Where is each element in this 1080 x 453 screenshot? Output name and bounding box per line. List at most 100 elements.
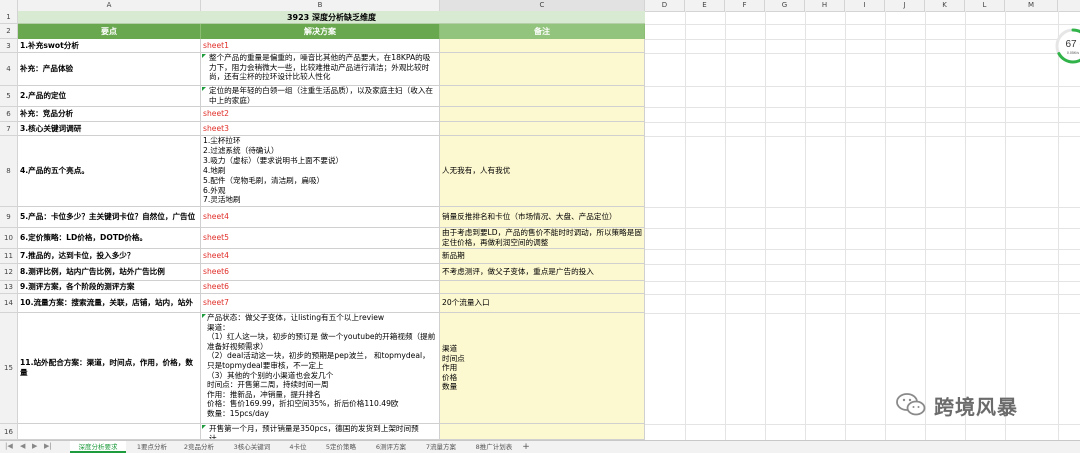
column-header-k[interactable]: K	[925, 0, 965, 11]
cell-b[interactable]: 开售第一个月，预计销量是350pcs，德国的发货到上架时间预计……	[201, 424, 440, 440]
sheet-link-cell[interactable]: sheet6	[201, 281, 440, 294]
row-header[interactable]: 4	[0, 53, 18, 86]
sheet-link-cell[interactable]: sheet2	[201, 107, 440, 122]
column-header-l[interactable]: L	[965, 0, 1005, 11]
column-header-g[interactable]: G	[765, 0, 805, 11]
column-header-i[interactable]: I	[845, 0, 885, 11]
cell-b[interactable]: 整个产品的重量是偏重的，噪音比其他的产品要大，在18KPA的吸力下，阻力会稍微大…	[201, 53, 440, 86]
tab-pricing[interactable]: 5定价策略	[318, 441, 364, 453]
row-header[interactable]: 11	[0, 249, 18, 264]
gridline	[645, 424, 1080, 425]
cell-a[interactable]: 11.站外配合方案：渠道，时间点，作用，价格，数量	[18, 313, 201, 424]
row-header[interactable]: 9	[0, 207, 18, 228]
column-header-a[interactable]: A	[18, 0, 201, 11]
cell-a[interactable]: 补充：产品体验	[18, 53, 201, 86]
row-header[interactable]: 15	[0, 313, 18, 424]
last-sheet-button[interactable]: ▶|	[44, 442, 52, 450]
cell-a[interactable]: 补充：竞品分析	[18, 107, 201, 122]
row-header[interactable]: 14	[0, 294, 18, 313]
cell-a[interactable]: 8.测评比例，站内广告比例，站外广告比例	[18, 264, 201, 281]
row-header[interactable]: 7	[0, 122, 18, 136]
cell-a[interactable]: 5.产品：卡位多少？主关键词卡位？自然位，广告位	[18, 207, 201, 228]
prev-sheet-button[interactable]: ◀	[20, 442, 25, 450]
cell-a[interactable]: 2.产品的定位	[18, 86, 201, 107]
row-header[interactable]: 10	[0, 228, 18, 249]
cell-b[interactable]: 定位的是年轻的白领一组（注重生活品质），以及家庭主妇（收入在中上的家庭）	[201, 86, 440, 107]
header-cell-solution[interactable]: 解决方案	[201, 24, 440, 39]
sheet-link-cell[interactable]: sheet4	[201, 249, 440, 264]
sheet-title-cell[interactable]: 3923 深度分析缺乏维度	[18, 11, 645, 24]
gridline	[685, 11, 686, 440]
sheet-link-cell[interactable]: sheet7	[201, 294, 440, 313]
next-sheet-button[interactable]: ▶	[32, 442, 37, 450]
cell-a[interactable]: 4.产品的五个亮点。	[18, 136, 201, 207]
comment-indicator	[202, 425, 206, 429]
row-header[interactable]: 6	[0, 107, 18, 122]
column-header-j[interactable]: J	[885, 0, 925, 11]
tab-competitors[interactable]: 2竞品分析	[176, 441, 222, 453]
column-header-m[interactable]: M	[1005, 0, 1058, 11]
tab-promotion[interactable]: 8推广计划表	[468, 441, 520, 453]
cell-c[interactable]	[440, 86, 645, 107]
column-header-b[interactable]: B	[201, 0, 440, 11]
column-header-e[interactable]: E	[685, 0, 725, 11]
cell-c[interactable]	[440, 39, 645, 53]
comment-indicator	[202, 87, 206, 91]
cell-a[interactable]: 3.核心关键词调研	[18, 122, 201, 136]
gridline	[645, 249, 1080, 250]
tab-keywords[interactable]: 3核心关键词	[224, 441, 280, 453]
cell-c[interactable]: 新品期	[440, 249, 645, 264]
gridline	[725, 11, 726, 440]
row-header[interactable]: 16	[0, 424, 18, 440]
tab-deep-analysis[interactable]: 深度分析要求	[70, 441, 126, 453]
sheet-link-cell[interactable]: sheet4	[201, 207, 440, 228]
tab-reviews[interactable]: 6测评方案	[368, 441, 414, 453]
cell-a[interactable]: 6.定价策略：LD价格，DOTD价格。	[18, 228, 201, 249]
select-all-corner[interactable]	[0, 0, 18, 11]
sheet-link-cell[interactable]: sheet6	[201, 264, 440, 281]
cell-c[interactable]: 人无我有，人有我优	[440, 136, 645, 207]
tab-ranking[interactable]: 4卡位	[282, 441, 314, 453]
cell-c[interactable]: 销量反推排名和卡位（市场情况、大盘、产品定位）	[440, 207, 645, 228]
row-header[interactable]: 13	[0, 281, 18, 294]
cell-a[interactable]: 9.测评方案，各个阶段的测评方案	[18, 281, 201, 294]
cell-a[interactable]: 1.补充swot分析	[18, 39, 201, 53]
gridline	[645, 294, 1080, 295]
tab-traffic[interactable]: 7流量方案	[418, 441, 464, 453]
column-header-h[interactable]: H	[805, 0, 845, 11]
cell-c[interactable]: 由于考虑到要LD，产品的售价不能时时调动，所以策略是固定住价格，再做利润空间的调…	[440, 228, 645, 249]
sheet-link-cell[interactable]: sheet5	[201, 228, 440, 249]
header-cell-key-points[interactable]: 要点	[18, 24, 201, 39]
cell-a[interactable]: 7.推品的，达到卡位，投入多少？	[18, 249, 201, 264]
cell-c[interactable]	[440, 107, 645, 122]
add-sheet-button[interactable]: +	[520, 441, 532, 453]
header-cell-notes[interactable]: 备注	[440, 24, 645, 39]
gridline	[645, 207, 1080, 208]
column-header-d[interactable]: D	[645, 0, 685, 11]
cell-c[interactable]: 不考虑测评，做父子变体，重点是广告的投入	[440, 264, 645, 281]
tab-key-points[interactable]: 1要点分析	[130, 441, 174, 453]
column-header-f[interactable]: F	[725, 0, 765, 11]
row-header[interactable]: 5	[0, 86, 18, 107]
sheet-link-cell[interactable]: sheet1	[201, 39, 440, 53]
cell-b[interactable]: 1.尘杯拉环 2.过滤系统（待确认） 3.吸力（虚标）（要求说明书上面不要说） …	[201, 136, 440, 207]
row-header-1[interactable]: 1	[0, 11, 18, 24]
cell-c[interactable]	[440, 53, 645, 86]
row-header[interactable]: 12	[0, 264, 18, 281]
cell-c[interactable]	[440, 281, 645, 294]
row-header-2[interactable]: 2	[0, 24, 18, 39]
cell-c[interactable]	[440, 424, 645, 440]
speed-gauge[interactable]: 67 % 0.05K/s	[1054, 27, 1080, 65]
first-sheet-button[interactable]: |◀	[5, 442, 13, 450]
column-header-c[interactable]: C	[440, 0, 645, 11]
cell-b[interactable]: 产品状态：做父子变体，让listing有五个以上review 渠道： （1）红人…	[201, 313, 440, 424]
row-header[interactable]: 8	[0, 136, 18, 207]
cell-a[interactable]: 10.流量方案：搜索流量，关联，店铺，站内，站外	[18, 294, 201, 313]
cell-c[interactable]	[440, 122, 645, 136]
row-header[interactable]: 3	[0, 39, 18, 53]
sheet-link-cell[interactable]: sheet3	[201, 122, 440, 136]
cell-c[interactable]: 20个流量入口	[440, 294, 645, 313]
cell-c[interactable]: 渠道 时间点 作用 价格 数量	[440, 313, 645, 424]
cell-a[interactable]	[18, 424, 201, 440]
gridline	[1005, 11, 1006, 440]
